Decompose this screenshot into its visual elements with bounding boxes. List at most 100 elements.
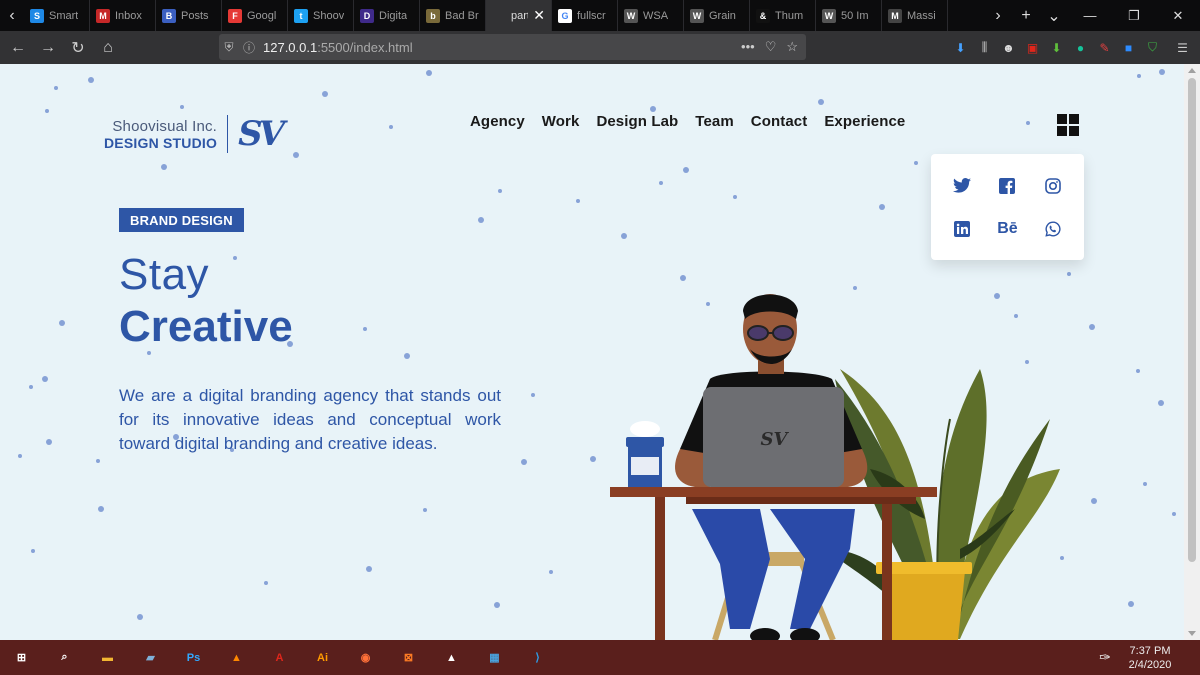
restore-icon[interactable]: ❐	[1112, 0, 1156, 31]
windows-start-icon-glyph: ⊞	[16, 652, 27, 664]
extension-ghost-icon[interactable]: ☻	[997, 37, 1020, 59]
coffee-cup-illustration	[626, 421, 664, 487]
tab-title: Googl	[247, 9, 277, 22]
browser-tab[interactable]: W WSA	[618, 0, 684, 31]
browser-tab[interactable]: & Thum	[750, 0, 816, 31]
shield-icon[interactable]: ⛨	[219, 40, 239, 55]
tab-scroll-right-icon[interactable]: ›	[984, 7, 1012, 25]
browser-tab[interactable]: F Googl	[222, 0, 288, 31]
photos-icon-glyph: ▲	[446, 651, 457, 664]
close-window-icon[interactable]: ✕	[1156, 0, 1200, 31]
new-tab-icon[interactable]: +	[1012, 7, 1040, 25]
adblock-icon[interactable]: ⛉	[1141, 37, 1164, 59]
info-icon[interactable]: ⓘ	[239, 39, 259, 56]
tab-scroll-left-icon[interactable]: ‹	[0, 0, 24, 31]
menu-item-work[interactable]: Work	[542, 113, 580, 130]
browser-tab[interactable]: M Inbox	[90, 0, 156, 31]
logo-tagline: DESIGN STUDIO	[104, 134, 218, 151]
zoom-icon[interactable]: ■	[1117, 37, 1140, 59]
scroll-down-icon[interactable]	[1188, 631, 1196, 636]
photos-icon[interactable]: ▲	[430, 640, 473, 675]
grid-menu-icon[interactable]	[1057, 114, 1079, 136]
browser-tab[interactable]: M Massi	[882, 0, 948, 31]
tab-title: particle	[511, 9, 529, 22]
illustrator-icon[interactable]: Ai	[301, 640, 344, 675]
home-icon[interactable]: ⌂	[93, 33, 123, 63]
library-icon[interactable]: ⫼	[973, 37, 996, 59]
windows-start-icon[interactable]: ⊞	[0, 640, 43, 675]
browser-tab[interactable]: b Bad Br	[420, 0, 486, 31]
vlc-icon-glyph: ▲	[231, 651, 242, 664]
menu-item-agency[interactable]: Agency	[470, 113, 525, 130]
twitter-icon[interactable]	[952, 176, 972, 196]
tab-favicon-icon: W	[624, 8, 638, 23]
file-explorer-icon[interactable]: ▬	[86, 640, 129, 675]
clock-date: 2/4/2020	[1128, 658, 1172, 671]
acrobat-icon[interactable]: A	[258, 640, 301, 675]
tab-favicon-icon: G	[558, 8, 572, 23]
forward-icon[interactable]: →	[33, 33, 63, 63]
color-picker-icon[interactable]: ✎	[1093, 37, 1116, 59]
bookmark-star-icon[interactable]: ☆	[786, 39, 798, 55]
pen-workspace-icon[interactable]: ✑	[1090, 649, 1120, 666]
firefox-icon[interactable]: ◉	[344, 640, 387, 675]
menu-item-contact[interactable]: Contact	[751, 113, 808, 130]
menu-item-design-lab[interactable]: Design Lab	[596, 113, 678, 130]
url-path: :5500/index.html	[317, 39, 413, 55]
main-menu: Agency Work Design Lab Team Contact Expe…	[470, 113, 905, 130]
browser-tab[interactable]: t Shoov	[288, 0, 354, 31]
address-bar[interactable]: ⛨ ⓘ 127.0.0.1 :5500/index.html ••• ♡ ☆	[219, 34, 806, 60]
browser-tab[interactable]: S Smart	[24, 0, 90, 31]
search-icon[interactable]: ⌕	[43, 640, 86, 675]
xampp-icon[interactable]: ⊠	[387, 640, 430, 675]
tab-title: Thum	[775, 9, 804, 22]
reload-icon[interactable]: ↻	[63, 33, 93, 63]
tab-favicon-icon: b	[426, 8, 440, 23]
page-scrollbar[interactable]	[1184, 64, 1200, 640]
show-desktop-button[interactable]	[1180, 640, 1200, 675]
tab-favicon-icon: M	[96, 8, 110, 23]
scrollbar-thumb[interactable]	[1188, 78, 1196, 562]
browser-nav-bar: ← → ↻ ⌂ ⛨ ⓘ 127.0.0.1 :5500/index.html •…	[0, 31, 1200, 64]
tab-title: Shoov	[313, 9, 345, 22]
tab-title: Smart	[49, 9, 79, 22]
control-panel-icon[interactable]: ▦	[473, 640, 516, 675]
search-icon-glyph: ⌕	[61, 651, 68, 663]
download-icon[interactable]: ⬇	[949, 37, 972, 59]
menu-item-team[interactable]: Team	[695, 113, 733, 130]
menu-hamburger-icon[interactable]: ☰	[1171, 37, 1194, 59]
facebook-icon[interactable]	[997, 176, 1017, 196]
tab-favicon-icon: S	[30, 8, 44, 23]
tab-favicon-icon: M	[888, 8, 902, 23]
menu-item-experience[interactable]: Experience	[824, 113, 905, 130]
vlc-icon[interactable]: ▲	[215, 640, 258, 675]
back-icon[interactable]: ←	[3, 33, 33, 63]
tab-favicon-icon: D	[360, 8, 374, 23]
close-tab-icon[interactable]: ✕	[533, 7, 545, 24]
pdf-extension-icon[interactable]: ▣	[1021, 37, 1044, 59]
person-legs	[692, 509, 855, 640]
pocket-icon[interactable]: ♡	[765, 39, 777, 55]
instagram-icon[interactable]	[1043, 176, 1063, 196]
browser-tab[interactable]: Gfullscr	[552, 0, 618, 31]
download-manager-icon[interactable]: ⬇	[1045, 37, 1068, 59]
browser-tab[interactable]: W Grain	[684, 0, 750, 31]
vscode-icon[interactable]: ⟩	[516, 640, 559, 675]
scroll-up-icon[interactable]	[1188, 68, 1196, 73]
browser-tab[interactable]: particle ✕	[486, 0, 552, 31]
browser-tab[interactable]: D Digita	[354, 0, 420, 31]
photoshop-icon[interactable]: Ps	[172, 640, 215, 675]
page-actions-icon[interactable]: •••	[741, 39, 755, 55]
tab-title: Digita	[379, 9, 408, 22]
system-clock[interactable]: 7:37 PM 2/4/2020	[1120, 644, 1180, 672]
browser-tab[interactable]: B Posts	[156, 0, 222, 31]
grammarly-icon[interactable]: ●	[1069, 37, 1092, 59]
notepad-icon[interactable]: ▰	[129, 640, 172, 675]
windows-taskbar: ⊞ ⌕ ▬ ▰ Ps ▲ A Ai ◉ ⊠ ▲ ▦ ⟩ ✑ 7:37 PM 2/4/2020	[0, 640, 1200, 675]
logo[interactable]: Shoovisual Inc. DESIGN STUDIO SV	[104, 114, 285, 154]
logo-company-name: Shoovisual Inc.	[112, 117, 218, 135]
hero-description: We are a digital branding agency that st…	[119, 386, 501, 453]
tab-list-icon[interactable]: ⌄	[1040, 6, 1068, 26]
browser-tab[interactable]: W 50 Im	[816, 0, 882, 31]
minimize-icon[interactable]: —	[1068, 0, 1112, 31]
